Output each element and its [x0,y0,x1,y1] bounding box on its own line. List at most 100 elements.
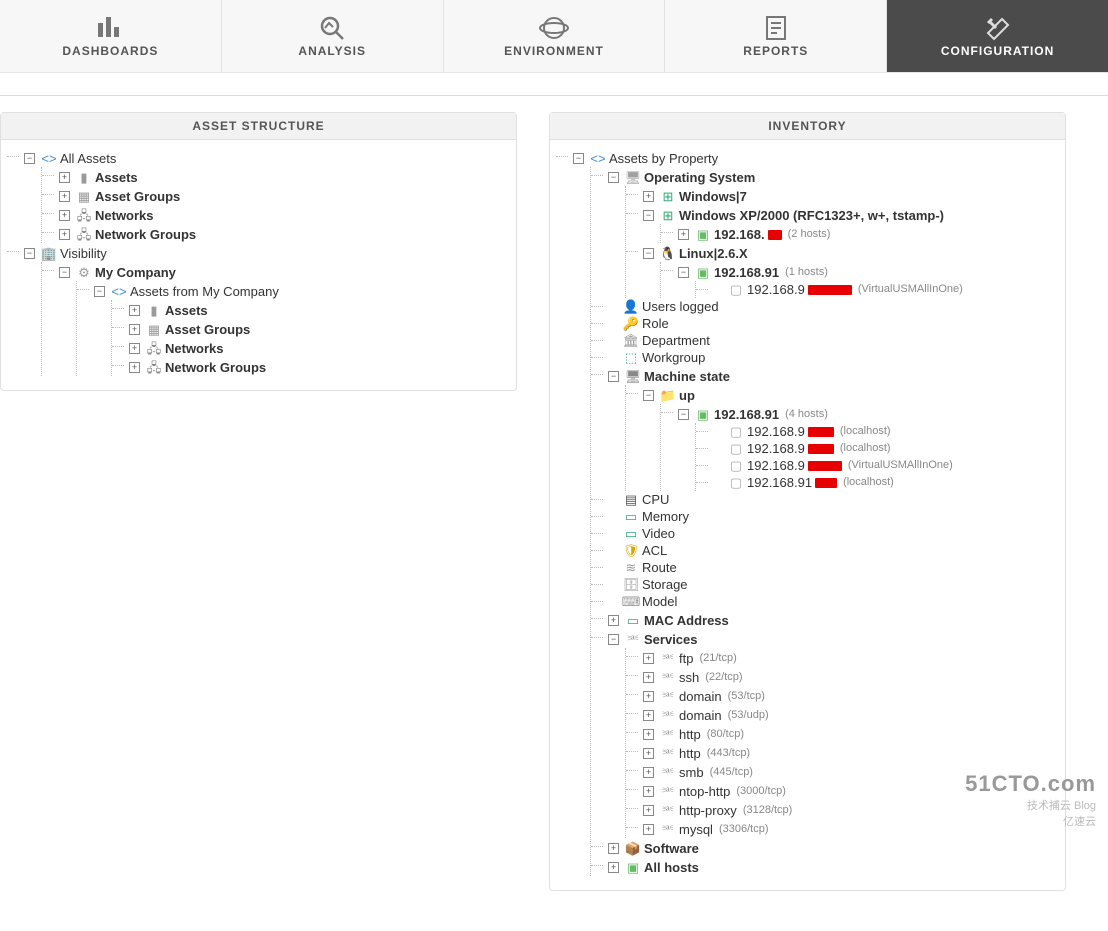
inv-host-3[interactable]: ▢192.168.9(VirtualUSMAllInOne) [713,457,953,474]
inv-model[interactable]: ⌨Model [608,593,677,610]
inv-host-4[interactable]: ▢192.168.91(localhost) [713,474,894,491]
inv-mac[interactable]: +▭MAC Address [608,612,729,629]
tab-environment[interactable]: ENVIRONMENT [444,0,666,72]
inv-service[interactable]: +⎃smb (445/tcp) [643,764,753,781]
inv-winxp[interactable]: −⊞Windows XP/2000 (RFC1323+, w+, tstamp-… [643,207,944,224]
service-icon: ⎃ [660,803,676,819]
acl-icon: 🛡 [623,543,639,559]
servers-icon: ▦ [146,322,162,338]
building-icon: 🏢 [41,246,57,262]
model-icon: ⌨ [623,594,639,610]
host-icon: ▢ [728,441,744,457]
monitor-icon: 🖥 [625,369,641,385]
dashboards-icon [94,14,126,42]
software-icon: 📦 [625,841,641,857]
inv-role[interactable]: 🔑Role [608,315,669,332]
linux-icon: 🐧 [660,246,676,262]
tree-node-assets-from-company[interactable]: −<>Assets from My Company [94,283,279,300]
tree-node-network-groups[interactable]: +🖧Network Groups [59,226,196,243]
cpu-icon: ▤ [623,492,639,508]
hosts-icon: ▣ [625,860,641,876]
workgroup-icon: ⬚ [623,350,639,366]
tab-label: DASHBOARDS [62,44,158,58]
tree-node-asset-groups[interactable]: +▦Asset Groups [59,188,180,205]
inventory-panel: INVENTORY −<>Assets by Property −🖥Operat… [549,112,1066,891]
mac-icon: ▭ [625,613,641,629]
inv-root[interactable]: −<>Assets by Property [573,150,718,167]
tree-node-all-assets[interactable]: −<>All Assets [24,150,116,167]
gear-icon: ⚙ [76,265,92,281]
inv-route[interactable]: ≋Route [608,559,677,576]
inv-machine-state[interactable]: −🖥Machine state [608,368,730,385]
host-icon: ▢ [728,475,744,491]
inv-up[interactable]: −📁up [643,387,695,404]
os-icon: 🖥 [625,170,641,186]
tab-configuration[interactable]: CONFIGURATION [887,0,1108,72]
inv-winxp-ip[interactable]: +▣192.168.(2 hosts) [678,226,830,243]
inv-service[interactable]: +⎃ntop-http (3000/tcp) [643,783,786,800]
department-icon: 🏛 [623,333,639,349]
inv-storage[interactable]: 🗄Storage [608,576,688,593]
inv-cpu[interactable]: ▤CPU [608,491,669,508]
host-icon: ▢ [728,458,744,474]
tree-node-c-network-groups[interactable]: +🖧Network Groups [129,359,266,376]
tree-node-c-asset-groups[interactable]: +▦Asset Groups [129,321,250,338]
tab-dashboards[interactable]: DASHBOARDS [0,0,222,72]
inv-up-net[interactable]: −▣192.168.91(4 hosts) [678,406,828,423]
service-icon: ⎃ [660,822,676,838]
inv-all-hosts[interactable]: +▣All hosts [608,859,699,876]
inv-service[interactable]: +⎃http (443/tcp) [643,745,750,762]
inv-software[interactable]: +📦Software [608,840,699,857]
tab-analysis[interactable]: ANALYSIS [222,0,444,72]
windows-icon: ⊞ [660,208,676,224]
network-icon: 🖧 [146,341,162,357]
tree-node-assets[interactable]: +▮Assets [59,169,138,186]
inv-users-logged[interactable]: 👤Users logged [608,298,719,315]
inv-service[interactable]: +⎃mysql (3306/tcp) [643,821,768,838]
host-icon: ▣ [695,407,711,423]
inv-department[interactable]: 🏛Department [608,332,710,349]
service-icon: ⎃ [660,670,676,686]
inv-service[interactable]: +⎃ssh (22/tcp) [643,669,743,686]
main-tabs: DASHBOARDS ANALYSIS ENVIRONMENT REPORTS … [0,0,1108,73]
inv-service[interactable]: +⎃domain (53/tcp) [643,688,765,705]
tree-node-networks[interactable]: +🖧Networks [59,207,154,224]
tree-node-c-networks[interactable]: +🖧Networks [129,340,224,357]
inv-win7[interactable]: +⊞Windows|7 [643,188,747,205]
role-icon: 🔑 [623,316,639,332]
memory-icon: ▭ [623,509,639,525]
inv-linux[interactable]: −🐧Linux|2.6.X [643,245,748,262]
inv-linux-net[interactable]: −▣192.168.91(1 hosts) [678,264,828,281]
tab-reports[interactable]: REPORTS [665,0,887,72]
inv-linux-ip[interactable]: ▢192.168.9(VirtualUSMAllInOne) [713,281,963,298]
inventory-tree: −<>Assets by Property −🖥Operating System… [550,140,1065,890]
inv-video[interactable]: ▭Video [608,525,675,542]
service-icon: ⎃ [660,651,676,667]
user-icon: 👤 [623,299,639,315]
inv-service[interactable]: +⎃ftp (21/tcp) [643,650,737,667]
services-icon: ⎃ [625,632,641,648]
tree-node-my-company[interactable]: −⚙My Company [59,264,176,281]
inv-host-2[interactable]: ▢192.168.9(localhost) [713,440,891,457]
tree-node-c-assets[interactable]: +▮Assets [129,302,208,319]
inv-workgroup[interactable]: ⬚Workgroup [608,349,705,366]
code-icon: <> [41,151,57,167]
inv-service[interactable]: +⎃domain (53/udp) [643,707,769,724]
network-group-icon: 🖧 [146,360,162,376]
configuration-icon [982,14,1014,42]
inv-host-1[interactable]: ▢192.168.9(localhost) [713,423,891,440]
host-icon: ▢ [728,282,744,298]
tab-label: REPORTS [743,44,808,58]
inv-services[interactable]: −⎃Services [608,631,698,648]
tree-node-visibility[interactable]: −🏢Visibility [24,245,107,262]
reports-icon [760,14,792,42]
inv-acl[interactable]: 🛡ACL [608,542,667,559]
inv-memory[interactable]: ▭Memory [608,508,689,525]
server-icon: ▮ [76,170,92,186]
inv-service[interactable]: +⎃http-proxy (3128/tcp) [643,802,792,819]
servers-icon: ▦ [76,189,92,205]
server-icon: ▮ [146,303,162,319]
inv-service[interactable]: +⎃http (80/tcp) [643,726,744,743]
tab-label: ANALYSIS [298,44,366,58]
inv-os[interactable]: −🖥Operating System [608,169,755,186]
